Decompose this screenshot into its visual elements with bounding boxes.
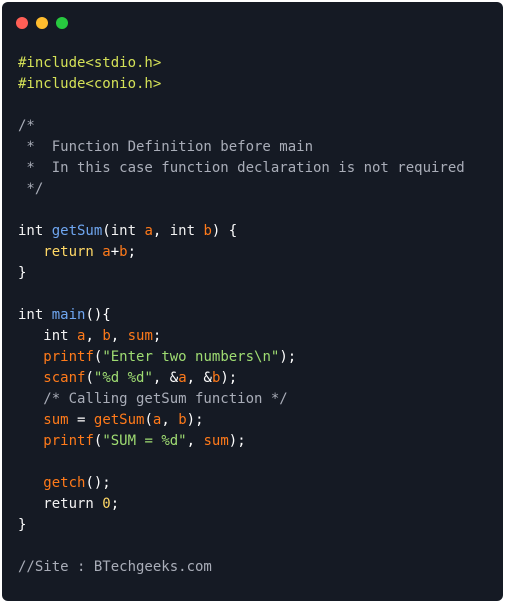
code-line: //Site : BTechgeeks.com xyxy=(18,557,465,578)
code-token: } xyxy=(18,265,27,281)
code-line: return 0; xyxy=(18,494,465,515)
code-token: ); xyxy=(279,349,297,365)
code-token: (); xyxy=(85,475,111,491)
close-window-button[interactable] xyxy=(16,17,28,29)
code-token: "%d %d" xyxy=(93,370,153,386)
code-token: "Enter two numbers\n" xyxy=(102,349,280,365)
code-token: ; xyxy=(127,244,137,260)
code-token: //Site : BTechgeeks.com xyxy=(18,559,212,575)
code-line: /* xyxy=(18,116,465,137)
code-token: int xyxy=(18,328,78,344)
code-token: a xyxy=(178,370,187,386)
code-token: ( xyxy=(144,412,153,428)
code-token: sum xyxy=(127,328,153,344)
code-token: , & xyxy=(186,370,212,386)
code-line: sum = getSum(a, b); xyxy=(18,410,465,431)
code-line: printf("Enter two numbers\n"); xyxy=(18,347,465,368)
code-line: /* Calling getSum function */ xyxy=(18,389,465,410)
code-token: ; xyxy=(110,496,120,512)
code-line: #include<stdio.h> xyxy=(18,53,465,74)
code-line: */ xyxy=(18,179,465,200)
code-token: , xyxy=(186,433,204,449)
code-token: printf xyxy=(43,349,94,365)
code-token: * In this case function declaration is n… xyxy=(18,160,465,176)
code-token: */ xyxy=(18,181,44,197)
code-token: #include<conio.h> xyxy=(18,76,162,92)
code-token: printf xyxy=(43,433,94,449)
code-token: ( xyxy=(102,223,111,239)
code-token: main xyxy=(51,307,86,323)
code-token: , xyxy=(161,412,179,428)
code-token: b xyxy=(102,328,111,344)
code-token: ); xyxy=(228,433,246,449)
code-token: ); xyxy=(186,412,204,428)
window-titlebar xyxy=(2,2,503,46)
code-token: } xyxy=(18,517,27,533)
code-token: #include<stdio.h> xyxy=(18,55,162,71)
code-token: ); xyxy=(220,370,238,386)
maximize-window-button[interactable] xyxy=(56,17,68,29)
code-token: getSum xyxy=(93,412,145,428)
code-token: int xyxy=(18,307,52,323)
code-token: ) { xyxy=(211,223,238,239)
code-line: return a+b; xyxy=(18,242,465,263)
code-line: } xyxy=(18,263,465,284)
code-token: sum xyxy=(203,433,229,449)
code-token: /* Calling getSum function */ xyxy=(18,391,288,407)
code-token: , xyxy=(110,328,128,344)
code-token: * Function Definition before main xyxy=(18,139,314,155)
code-token: b xyxy=(203,223,212,239)
code-token: /* xyxy=(18,118,35,134)
code-token: + xyxy=(110,244,120,260)
code-line: * Function Definition before main xyxy=(18,137,465,158)
code-token: scanf xyxy=(43,370,86,386)
code-token: ( xyxy=(85,370,94,386)
code-token: getch xyxy=(43,475,86,491)
code-line: int a, b, sum; xyxy=(18,326,465,347)
code-token: int xyxy=(169,223,204,239)
code-block: #include<stdio.h> #include<conio.h> /* * F… xyxy=(18,53,465,578)
code-token: int xyxy=(18,223,52,239)
code-line: #include<conio.h> xyxy=(18,74,465,95)
code-token: (){ xyxy=(85,307,111,323)
code-window: #include<stdio.h> #include<conio.h> /* * F… xyxy=(2,2,503,601)
code-token: int xyxy=(110,223,145,239)
code-token: , xyxy=(152,223,170,239)
code-token: 0 xyxy=(102,496,111,512)
code-line: getch(); xyxy=(18,473,465,494)
code-token: return xyxy=(18,244,103,260)
code-token: , xyxy=(85,328,103,344)
code-token: b xyxy=(178,412,187,428)
code-line: int getSum(int a, int b) { xyxy=(18,221,465,242)
code-token: "SUM = %d" xyxy=(102,433,187,449)
code-line: } xyxy=(18,515,465,536)
code-line: int main(){ xyxy=(18,305,465,326)
code-token: a xyxy=(102,244,111,260)
minimize-window-button[interactable] xyxy=(36,17,48,29)
code-token: b xyxy=(119,244,128,260)
code-line: printf("SUM = %d", sum); xyxy=(18,431,465,452)
code-token: getSum xyxy=(51,223,103,239)
code-token: = xyxy=(68,412,94,428)
code-token: return xyxy=(18,496,103,512)
code-line: * In this case function declaration is n… xyxy=(18,158,465,179)
code-token: sum xyxy=(43,412,69,428)
code-token: , & xyxy=(152,370,179,386)
code-token: a xyxy=(144,223,153,239)
code-token: ; xyxy=(152,328,162,344)
code-line: scanf("%d %d", &a, &b); xyxy=(18,368,465,389)
